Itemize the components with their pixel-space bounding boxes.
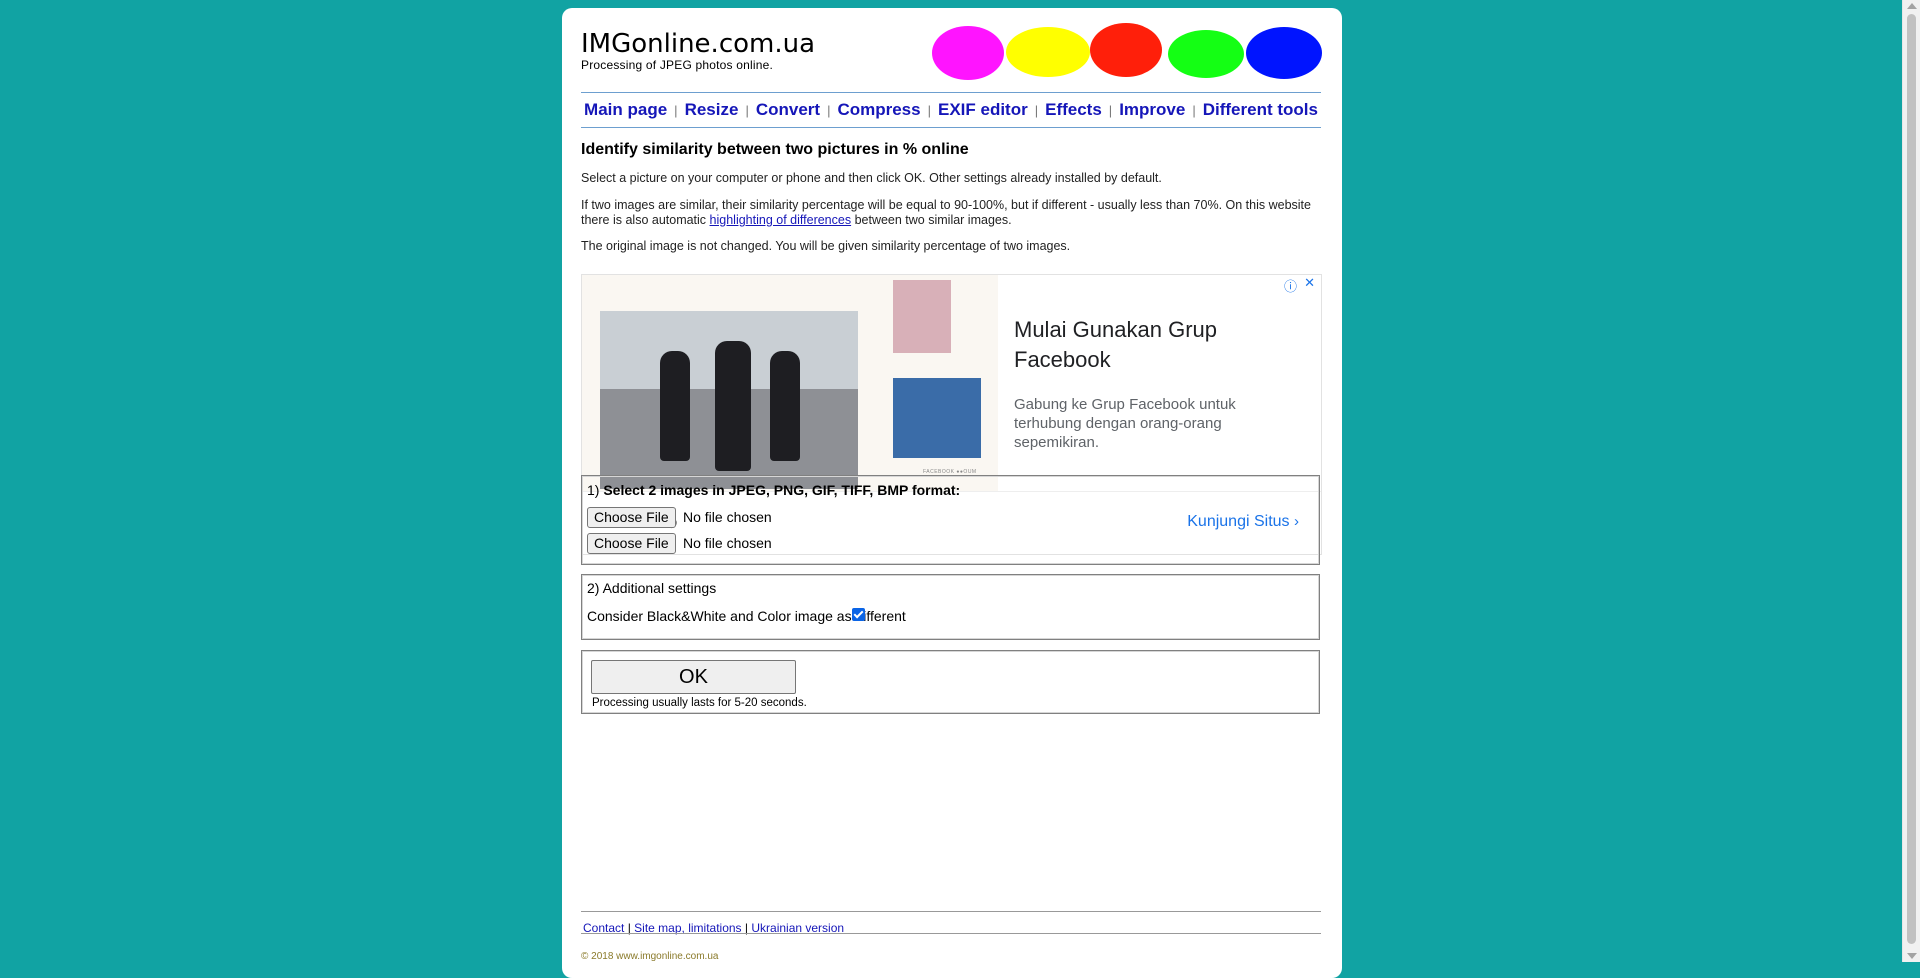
- nav-resize[interactable]: Resize: [685, 100, 739, 119]
- similarity-paragraph: If two images are similar, their similar…: [581, 198, 1321, 228]
- choose-file-button-1[interactable]: Choose File: [587, 507, 676, 528]
- nav-different-tools[interactable]: Different tools: [1203, 100, 1318, 119]
- page-container: IMGonline.com.ua Processing of JPEG phot…: [562, 8, 1342, 978]
- nav-convert[interactable]: Convert: [756, 100, 820, 119]
- intro-paragraph: Select a picture on your computer or pho…: [581, 171, 1162, 185]
- nav-separator: |: [1192, 103, 1196, 118]
- page-title: Identify similarity between two pictures…: [581, 141, 969, 158]
- scroll-down-arrow-icon[interactable]: [1907, 953, 1917, 959]
- nav-improve[interactable]: Improve: [1119, 100, 1185, 119]
- nav-separator: |: [927, 103, 931, 118]
- blob-yellow: [1006, 27, 1090, 77]
- color-blobs-logo: [932, 23, 1322, 80]
- blob-green: [1168, 30, 1244, 78]
- section-number: 1): [587, 482, 604, 498]
- site-subtitle: Processing of JPEG photos online.: [581, 58, 774, 72]
- nav-exif-editor[interactable]: EXIF editor: [938, 100, 1028, 119]
- ad-info-icon[interactable]: ⓘ: [1284, 276, 1297, 295]
- bw-color-checkbox[interactable]: [852, 608, 865, 621]
- copyright-text: © 2018 www.imgonline.com.ua: [581, 951, 719, 962]
- blob-blue: [1246, 27, 1322, 79]
- ad-photo-couple: [893, 378, 981, 458]
- main-navigation: Main page | Resize | Convert | Compress | EXIF e…: [581, 92, 1321, 128]
- nav-separator: |: [1108, 103, 1113, 118]
- nav-separator: |: [1034, 103, 1039, 118]
- nav-separator: |: [745, 103, 749, 118]
- processing-time-note: Processing usually lasts for 5-20 second…: [592, 697, 807, 709]
- submit-section: OK Processing usually lasts for 5-20 sec…: [581, 650, 1320, 714]
- ad-image-collage[interactable]: FACEBOOK ●●OUM: [582, 275, 998, 491]
- ad-description: Gabung ke Grup Facebook untuk terhubung …: [1014, 396, 1236, 451]
- nav-compress[interactable]: Compress: [837, 100, 920, 119]
- footer-top-divider: [581, 911, 1321, 912]
- ad-title[interactable]: Mulai Gunakan Grup Facebook: [1014, 315, 1274, 375]
- image-select-label: 1) Select 2 images in JPEG, PNG, GIF, TI…: [587, 482, 960, 498]
- original-note-paragraph: The original image is not changed. You w…: [581, 239, 1071, 253]
- image-select-section: 1) Select 2 images in JPEG, PNG, GIF, TI…: [581, 475, 1320, 565]
- footer-bottom-divider: [581, 933, 1321, 934]
- file-status-2: No file chosen: [683, 535, 772, 551]
- nav-separator: |: [674, 103, 678, 118]
- blob-magenta: [932, 26, 1004, 80]
- scrollbar-thumb[interactable]: [1907, 14, 1916, 944]
- highlighting-differences-link[interactable]: highlighting of differences: [710, 213, 852, 227]
- nav-separator: |: [827, 103, 831, 118]
- ok-button[interactable]: OK: [591, 660, 796, 694]
- similarity-text-end: between two similar images.: [851, 213, 1012, 227]
- blob-red: [1090, 23, 1162, 77]
- vertical-scrollbar[interactable]: [1902, 0, 1920, 962]
- additional-settings-label: 2) Additional settings: [587, 580, 717, 596]
- ad-photo-dancers: [600, 311, 858, 489]
- section-title: Select 2 images in JPEG, PNG, GIF, TIFF,…: [603, 482, 961, 498]
- additional-settings-section: 2) Additional settings Consider Black&Wh…: [581, 574, 1320, 640]
- ad-photo-women: [893, 280, 951, 353]
- file-status-1: No file chosen: [683, 509, 772, 525]
- site-title[interactable]: IMGonline.com.ua: [581, 29, 815, 59]
- scroll-up-arrow-icon[interactable]: [1907, 3, 1917, 9]
- ad-close-icon[interactable]: ✕: [1304, 275, 1315, 291]
- choose-file-button-2[interactable]: Choose File: [587, 533, 676, 554]
- nav-effects[interactable]: Effects: [1045, 100, 1102, 119]
- nav-main-page[interactable]: Main page: [584, 100, 667, 119]
